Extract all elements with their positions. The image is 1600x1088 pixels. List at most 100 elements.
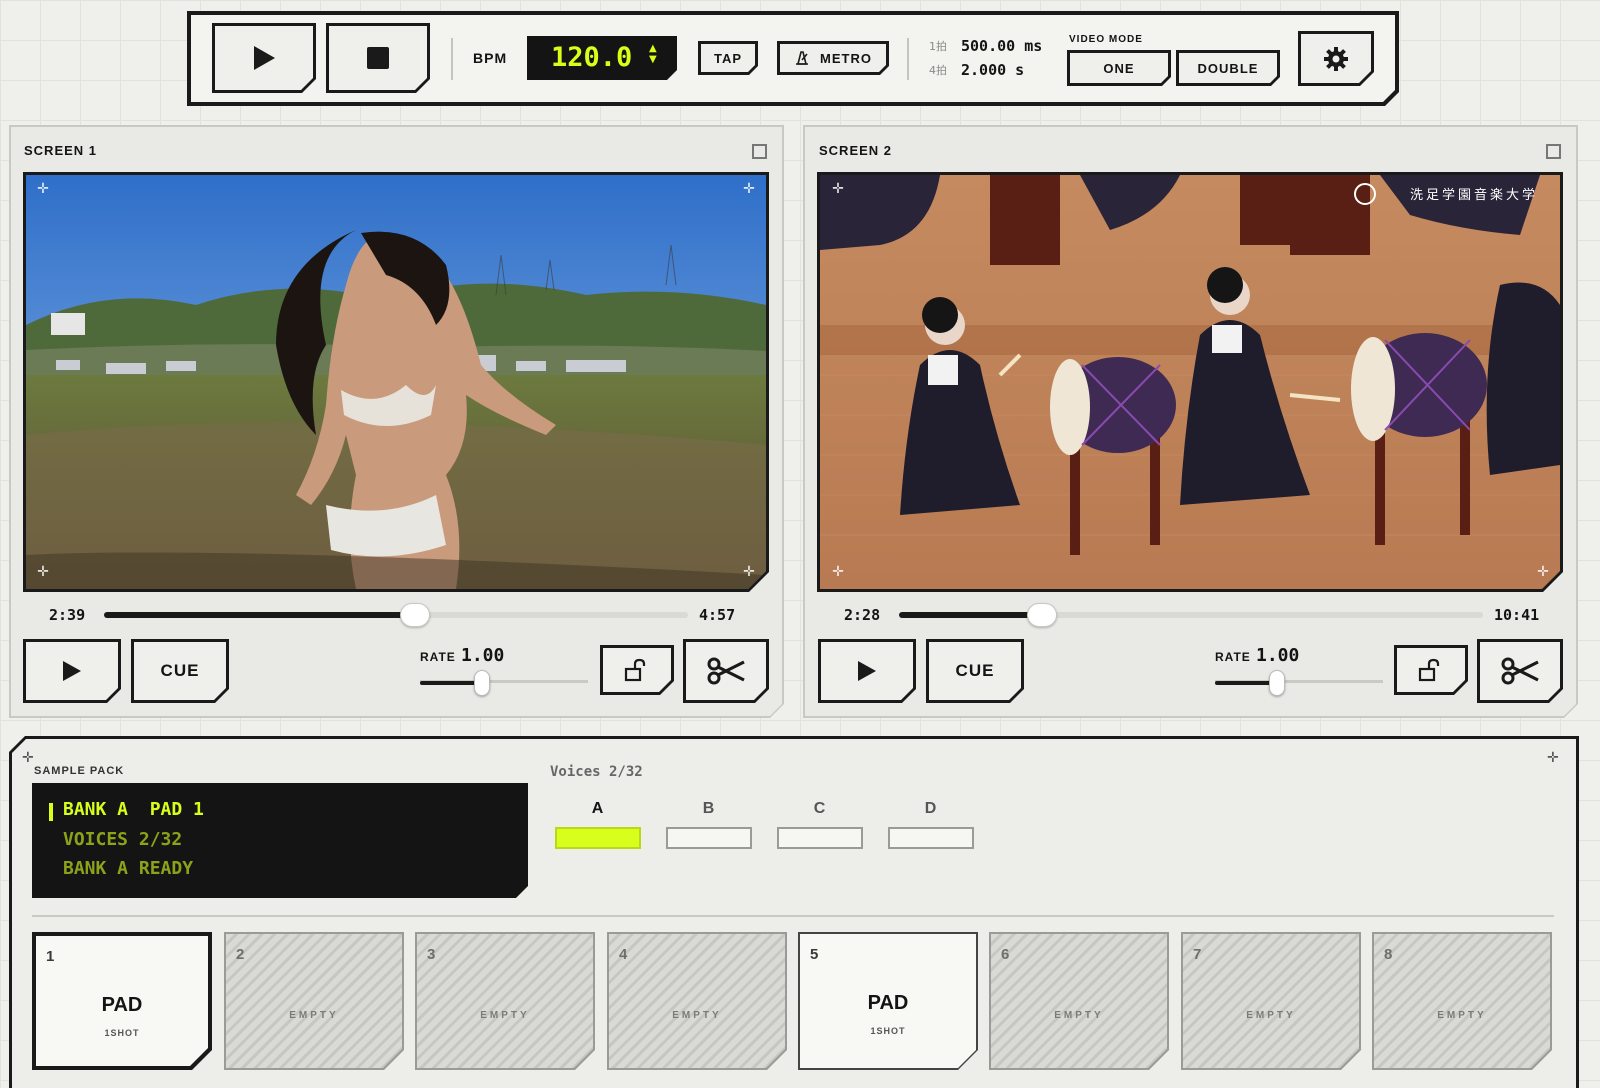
- maximize-icon[interactable]: [1546, 144, 1561, 159]
- bpm-display[interactable]: 120.0 ▲ ▼: [527, 36, 677, 80]
- bank-c-label: C: [813, 800, 827, 817]
- beat1-value: 500.00 ms: [961, 37, 1043, 55]
- screen-1-title: SCREEN 1: [24, 143, 98, 158]
- stop-icon: [366, 46, 390, 70]
- screen-1-time-total: 4:57: [699, 606, 736, 624]
- screen-2-lock-button[interactable]: [1394, 645, 1468, 695]
- unlock-icon: [624, 658, 650, 682]
- scrub-progress: [104, 612, 416, 618]
- pad-empty-label: EMPTY: [289, 1010, 339, 1021]
- video-frame-image: [820, 175, 1560, 589]
- bank-b-label: B: [702, 800, 716, 817]
- crosshair-icon: ✛: [37, 181, 49, 197]
- screen-2-rate-value: 1.00: [1256, 645, 1300, 666]
- tap-label: TAP: [713, 50, 743, 66]
- video-mode-one-button[interactable]: ONE: [1067, 50, 1171, 86]
- pad-7[interactable]: 7 EMPTY: [1181, 932, 1361, 1070]
- screen-1-cue-button[interactable]: CUE: [131, 639, 229, 703]
- pad-number: 5: [810, 946, 819, 963]
- pad-1[interactable]: 1 PAD 1SHOT: [32, 932, 212, 1070]
- maximize-icon[interactable]: [752, 144, 767, 159]
- voices-label: Voices 2/32: [550, 764, 643, 780]
- bpm-stepper-icon[interactable]: ▲ ▼: [649, 43, 657, 65]
- bank-b-button[interactable]: [666, 827, 752, 849]
- pad-5[interactable]: 5 PAD 1SHOT: [798, 932, 978, 1070]
- play-icon: [856, 659, 878, 683]
- metronome-button[interactable]: METRO: [777, 41, 889, 75]
- screen-1-scrub-bar[interactable]: [104, 603, 688, 627]
- crosshair-icon: ✛: [832, 181, 844, 197]
- pad-mode: 1SHOT: [870, 1026, 906, 1036]
- pad-8[interactable]: 8 EMPTY: [1372, 932, 1552, 1070]
- video-mode-label: VIDEO MODE: [1069, 34, 1143, 45]
- screen-2-cue-button[interactable]: CUE: [926, 639, 1024, 703]
- divider: [32, 915, 1554, 917]
- scrub-handle[interactable]: [400, 603, 431, 627]
- bank-c-button[interactable]: [777, 827, 863, 849]
- rate-fill: [1215, 681, 1278, 685]
- pad-3[interactable]: 3 EMPTY: [415, 932, 595, 1070]
- pad-title: PAD: [867, 992, 909, 1014]
- rate-handle[interactable]: [1269, 670, 1286, 696]
- pad-number: 8: [1384, 946, 1393, 963]
- pad-2[interactable]: 2 EMPTY: [224, 932, 404, 1070]
- play-icon: [251, 44, 277, 72]
- screen-2-cut-button[interactable]: [1477, 639, 1563, 703]
- crosshair-icon: ✛: [743, 181, 755, 197]
- toolbar-divider: [907, 38, 909, 80]
- metronome-icon: [794, 51, 810, 65]
- pad-empty-label: EMPTY: [1246, 1010, 1296, 1021]
- unlock-icon: [1418, 658, 1444, 682]
- mode-double-label: DOUBLE: [1197, 60, 1259, 76]
- screen-1-rate-value: 1.00: [461, 645, 505, 666]
- transport-stop-button[interactable]: [326, 23, 430, 93]
- scrub-progress: [899, 612, 1043, 618]
- bpm-label: BPM: [473, 50, 508, 66]
- settings-button[interactable]: [1298, 31, 1374, 86]
- sample-pack-title: SAMPLE PACK: [34, 765, 125, 777]
- rate-label: RATE: [1215, 650, 1251, 664]
- pad-number: 2: [236, 946, 245, 963]
- rate-fill: [420, 681, 483, 685]
- video-mode-double-button[interactable]: DOUBLE: [1176, 50, 1280, 86]
- pad-mode: 1SHOT: [104, 1028, 140, 1038]
- mode-one-label: ONE: [1103, 60, 1135, 76]
- screen-1-video[interactable]: [23, 172, 769, 592]
- transport-play-button[interactable]: [212, 23, 316, 93]
- tap-button[interactable]: TAP: [698, 41, 758, 75]
- play-icon: [61, 659, 83, 683]
- rate-handle[interactable]: [474, 670, 491, 696]
- bpm-value: 120.0: [551, 42, 633, 73]
- pad-empty-label: EMPTY: [1054, 1010, 1104, 1021]
- screen-2-scrub-bar[interactable]: [899, 603, 1483, 627]
- bank-d-button[interactable]: [888, 827, 974, 849]
- pad-number: 7: [1193, 946, 1202, 963]
- screen-2-title: SCREEN 2: [819, 143, 893, 158]
- crosshair-icon: ✛: [37, 564, 49, 580]
- pad-empty-label: EMPTY: [672, 1010, 722, 1021]
- crosshair-icon: ✛: [832, 564, 844, 580]
- pad-empty-label: EMPTY: [1437, 1010, 1487, 1021]
- display-line-1: BANK A PAD 1: [63, 799, 204, 820]
- screen-2-play-button[interactable]: [818, 639, 916, 703]
- scrub-handle[interactable]: [1027, 603, 1058, 627]
- pad-6[interactable]: 6 EMPTY: [989, 932, 1169, 1070]
- display-line-3: BANK A READY: [63, 858, 194, 879]
- video-frame-image: [26, 175, 766, 589]
- display-line-2: VOICES 2/32: [63, 829, 183, 850]
- pad-number: 6: [1001, 946, 1010, 963]
- screen-1-play-button[interactable]: [23, 639, 121, 703]
- screen-1-rate-slider[interactable]: [420, 670, 588, 696]
- screen-2-video[interactable]: [817, 172, 1563, 592]
- pad-title: PAD: [101, 994, 143, 1016]
- bank-a-button[interactable]: [555, 827, 641, 849]
- cue-label: CUE: [955, 661, 995, 680]
- pad-4[interactable]: 4 EMPTY: [607, 932, 787, 1070]
- beat4-label: 4拍: [929, 64, 947, 77]
- screen-1-cut-button[interactable]: [683, 639, 769, 703]
- toolbar-divider: [451, 38, 453, 80]
- rate-label: RATE: [420, 650, 456, 664]
- screen-2-rate-slider[interactable]: [1215, 670, 1383, 696]
- screen-1-lock-button[interactable]: [600, 645, 674, 695]
- video-watermark: 洗足学園音楽大学: [1410, 188, 1539, 203]
